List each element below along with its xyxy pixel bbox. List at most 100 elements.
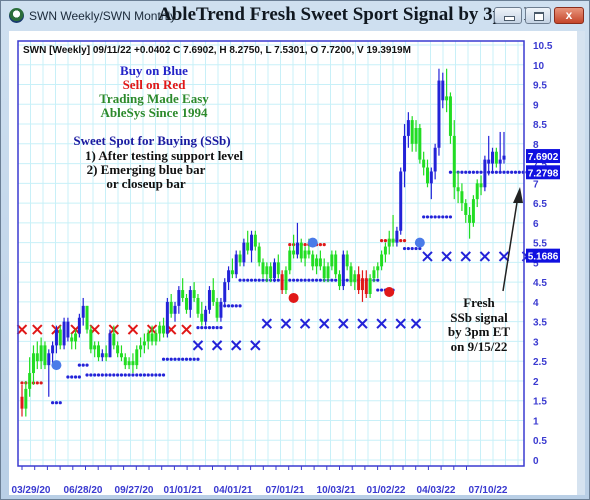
y-tick-label: 6.5 xyxy=(533,199,547,210)
support-dot xyxy=(414,246,418,251)
price-bar xyxy=(100,349,104,362)
support-dot xyxy=(448,215,453,219)
close-button[interactable]: x xyxy=(554,7,584,24)
support-dot xyxy=(318,278,322,282)
support-dot xyxy=(200,325,204,330)
price-bar xyxy=(288,246,292,275)
support-dot xyxy=(311,278,315,282)
support-dot xyxy=(215,325,219,330)
x-tick-label: 10/03/21 xyxy=(317,485,356,495)
x-tick-label: 09/27/20 xyxy=(115,485,154,495)
support-dot xyxy=(502,170,506,174)
price-chart[interactable]: 10.5109.598.587.576.565.554.543.532.521.… xyxy=(9,31,577,496)
price-bar xyxy=(387,230,391,255)
y-tick-label: 3.5 xyxy=(533,318,547,329)
support-dot xyxy=(58,401,62,405)
legend-since: AbleSys Since 1994 xyxy=(101,105,208,120)
price-bar xyxy=(318,250,322,271)
support-dot xyxy=(307,278,311,282)
support-dot xyxy=(295,278,300,282)
support-dot xyxy=(119,373,124,377)
price-bar xyxy=(238,250,242,267)
price-bar xyxy=(234,250,238,279)
price-bar xyxy=(119,345,123,362)
support-dot xyxy=(433,215,437,219)
y-tick-label: 9.5 xyxy=(533,81,547,92)
support-dot xyxy=(276,278,280,282)
annotation: Fresh SSb signal by 3pm ET on 9/15/22 xyxy=(448,187,523,354)
resistance-dot xyxy=(39,381,43,385)
support-dot xyxy=(116,373,120,377)
app-window: SWN Weekly/SWN Monthly AbleTrend Fresh S… xyxy=(0,0,590,500)
annotation-line-3: by 3pm ET xyxy=(448,324,510,339)
y-tick-label: 2 xyxy=(533,377,539,388)
support-dot xyxy=(406,246,410,251)
price-label: 7.6902 xyxy=(526,149,560,164)
price-bar xyxy=(391,214,395,247)
x-marker xyxy=(318,318,330,329)
support-dot xyxy=(410,246,414,251)
x-marker xyxy=(460,251,471,262)
price-bar xyxy=(184,294,188,314)
y-tick-label: 4.5 xyxy=(533,278,547,289)
support-dot xyxy=(460,170,464,174)
annotation-line-4: on 9/15/22 xyxy=(451,339,508,354)
price-bar xyxy=(196,294,200,318)
price-bar xyxy=(227,266,231,291)
resistance-dot xyxy=(399,239,403,243)
x-marker xyxy=(261,318,273,329)
y-tick-label: 1 xyxy=(533,416,539,427)
price-bar xyxy=(491,147,495,172)
legend-tagline: Trading Made Easy xyxy=(99,91,209,106)
support-dot xyxy=(104,373,108,377)
price-bar xyxy=(123,353,127,370)
price-bar xyxy=(445,68,449,113)
x-tick-label: 03/29/20 xyxy=(12,485,51,495)
grid xyxy=(17,41,524,466)
support-dot xyxy=(150,373,154,377)
price-bar xyxy=(74,329,78,350)
support-dot xyxy=(226,304,231,308)
support-dot xyxy=(196,325,200,330)
price-bar xyxy=(58,325,62,350)
price-bar xyxy=(487,135,491,176)
close-icon: x xyxy=(565,8,573,22)
buy-signal-dot xyxy=(414,237,425,248)
price-bar xyxy=(253,230,257,251)
x-marker xyxy=(410,318,422,329)
support-dot xyxy=(188,357,192,361)
x-tick-label: 04/01/21 xyxy=(214,485,253,495)
price-bar xyxy=(139,337,143,358)
price-bar xyxy=(223,278,227,306)
price-bar xyxy=(338,270,342,291)
support-dot xyxy=(142,373,147,377)
support-dot xyxy=(161,357,166,361)
support-dot xyxy=(288,278,292,282)
support-dot xyxy=(204,325,208,330)
support-dot xyxy=(96,373,101,377)
support-dot xyxy=(238,278,242,282)
resistance-dot xyxy=(379,239,384,243)
svg-text:7.2798: 7.2798 xyxy=(528,168,559,179)
y-tick-label: 0 xyxy=(533,456,539,467)
restore-button[interactable] xyxy=(525,7,551,24)
support-dot xyxy=(127,373,131,377)
support-dot xyxy=(292,278,296,282)
support-dot xyxy=(422,215,426,219)
minimize-button[interactable] xyxy=(494,7,522,24)
x-marker xyxy=(192,340,204,351)
y-tick-label: 10.5 xyxy=(533,41,553,52)
vertical-scrollbar[interactable] xyxy=(577,31,585,495)
price-bar xyxy=(39,337,43,370)
annotation-line-2: SSb signal xyxy=(450,310,508,325)
price-bar xyxy=(456,171,460,204)
price-bar xyxy=(284,266,288,294)
support-dot xyxy=(479,170,483,174)
support-dot xyxy=(464,170,468,174)
support-dot xyxy=(437,215,441,219)
support-dot xyxy=(230,304,234,308)
resistance-dot xyxy=(322,242,326,247)
price-bar xyxy=(116,341,120,358)
support-dot xyxy=(441,215,445,219)
y-tick-label: 10 xyxy=(533,61,545,72)
